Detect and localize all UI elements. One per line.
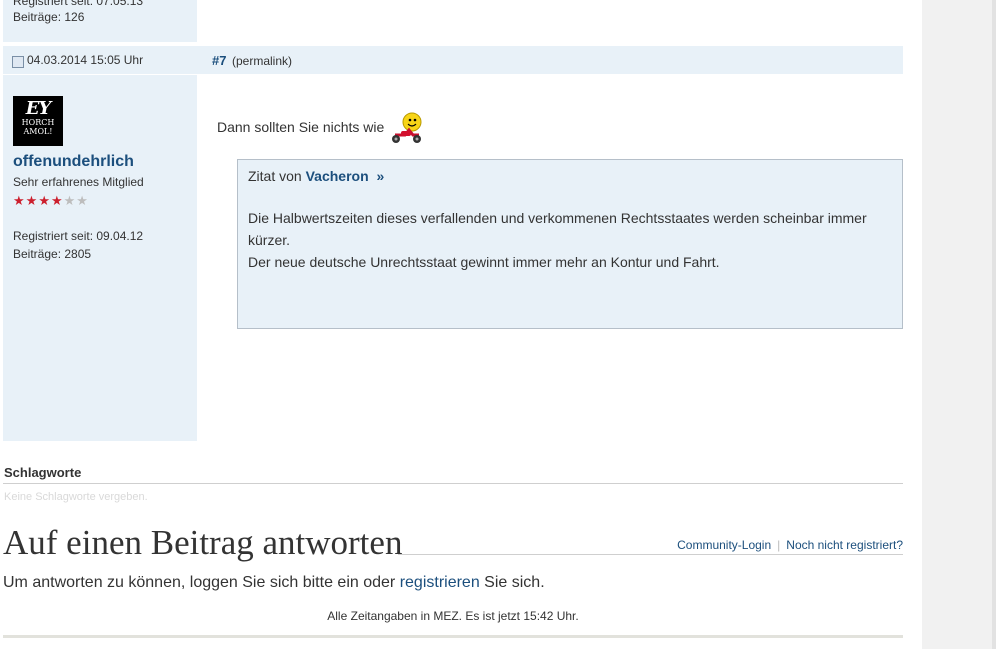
user-registered: Registriert seit: 09.04.12 xyxy=(13,229,144,243)
star-filled-icon: ★ xyxy=(50,193,64,208)
quote-box: Zitat von Vacheron » Die Halbwertszeiten… xyxy=(237,159,903,329)
reply-text-after: Sie sich. xyxy=(484,574,545,591)
quote-body: Die Halbwertszeiten dieses verfallenden … xyxy=(248,207,888,273)
community-login-link[interactable]: Community-Login xyxy=(677,538,771,552)
star-empty-icon: ★ xyxy=(63,193,77,208)
previous-post-registered: Registriert seit: 07.05.13 xyxy=(13,0,144,8)
post-message: Dann sollten Sie nichts wie xyxy=(217,119,385,135)
post-header: 04.03.2014 15:05 Uhr #7 (permalink) xyxy=(3,46,903,74)
permalink-link[interactable]: (permalink) xyxy=(232,54,292,68)
avatar-text-bottom: HORCH AMOL! xyxy=(13,118,63,136)
avatar-text-line: AMOL! xyxy=(23,127,53,136)
register-inline-link[interactable]: registrieren xyxy=(400,574,480,591)
tags-title: Schlagworte xyxy=(4,465,82,480)
footer-divider xyxy=(3,635,903,638)
right-gutter xyxy=(922,0,996,649)
user-rank: Sehr erfahrenes Mitglied xyxy=(13,175,144,189)
reply-title: Auf einen Beitrag antworten xyxy=(3,523,403,562)
star-filled-icon: ★ xyxy=(38,193,51,208)
link-separator: | xyxy=(777,538,781,552)
post-date-icon xyxy=(12,56,24,68)
reply-text-before: Um antworten zu können, loggen Sie sich … xyxy=(3,574,396,591)
username-link[interactable]: offenundehrlich xyxy=(13,153,134,171)
scooter-smiley-icon xyxy=(392,112,422,143)
previous-post-sidebar: Registriert seit: 07.05.13 Beiträge: 126 xyxy=(3,0,197,42)
quote-prefix: Zitat von xyxy=(248,168,302,184)
quote-jump-icon[interactable]: » xyxy=(377,168,385,184)
quote-author-link[interactable]: Vacheron xyxy=(306,168,369,184)
avatar-text-line: HORCH xyxy=(21,118,55,127)
footer-time: Alle Zeitangaben in MEZ. Es ist jetzt 15… xyxy=(327,609,579,623)
reply-instructions: Um antworten zu können, loggen Sie sich … xyxy=(3,574,545,592)
previous-post-count: Beiträge: 126 xyxy=(13,10,85,24)
rating-stars: ★★★★★★ xyxy=(13,193,89,209)
quote-line: Der neue deutsche Unrechtsstaat gewinnt … xyxy=(248,254,720,270)
star-filled-icon: ★ xyxy=(25,193,39,208)
user-sidebar: EY HORCH AMOL! offenundehrlich Sehr erfa… xyxy=(3,75,197,441)
account-links: Community-Login | Noch nicht registriert? xyxy=(677,538,903,552)
post-number-link[interactable]: #7 xyxy=(212,53,226,68)
quote-header: Zitat von Vacheron » xyxy=(248,168,384,184)
tags-divider xyxy=(3,483,903,484)
tags-empty: Keine Schlagworte vergeben. xyxy=(4,491,148,503)
star-filled-icon: ★ xyxy=(13,193,26,208)
register-link[interactable]: Noch nicht registriert? xyxy=(786,538,903,552)
post-date: 04.03.2014 15:05 Uhr xyxy=(27,53,144,67)
user-post-count: Beiträge: 2805 xyxy=(13,247,92,261)
reply-divider xyxy=(398,554,903,555)
gutter-edge xyxy=(992,0,996,649)
quote-line: Die Halbwertszeiten dieses verfallenden … xyxy=(248,210,867,248)
avatar[interactable]: EY HORCH AMOL! xyxy=(13,96,63,146)
avatar-text-top: EY xyxy=(25,98,52,119)
star-empty-icon: ★ xyxy=(76,193,89,208)
